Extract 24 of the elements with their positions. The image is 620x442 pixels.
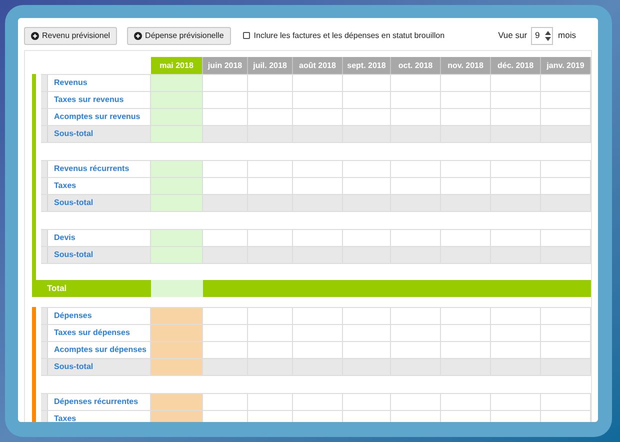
view-label: Vue sur <box>498 29 528 42</box>
checkbox-label: Inclure les factures et les dépenses en statut brouillon <box>254 30 445 42</box>
row-label: Sous-total <box>48 195 151 211</box>
row-label: Sous-total <box>48 359 151 375</box>
row-label: Sous-total <box>48 126 151 142</box>
month-header: sept. 2018 <box>343 57 391 74</box>
month-header: déc. 2018 <box>491 57 541 74</box>
month-header: mai 2018 <box>151 57 203 74</box>
month-header: août 2018 <box>293 57 343 74</box>
stepper-arrows-icon <box>545 30 552 40</box>
month-header: juil. 2018 <box>248 57 293 74</box>
month-header: nov. 2018 <box>441 57 491 74</box>
draft-checkbox[interactable] <box>242 32 250 39</box>
view-suffix: mois <box>558 29 576 42</box>
month-header: oct. 2018 <box>391 57 441 74</box>
add-button[interactable]: Revenu prévisionel <box>24 26 118 44</box>
add-button[interactable]: Dépense prévisionelle <box>127 26 231 44</box>
month-header: janv. 2019 <box>541 57 591 74</box>
row-label: Sous-total <box>48 247 151 263</box>
months-stepper[interactable]: 9 <box>531 26 554 44</box>
plus-circle-icon <box>134 32 142 40</box>
plus-circle-icon <box>31 32 39 40</box>
total-row-label: Total <box>32 280 151 297</box>
month-header: juin 2018 <box>203 57 248 74</box>
